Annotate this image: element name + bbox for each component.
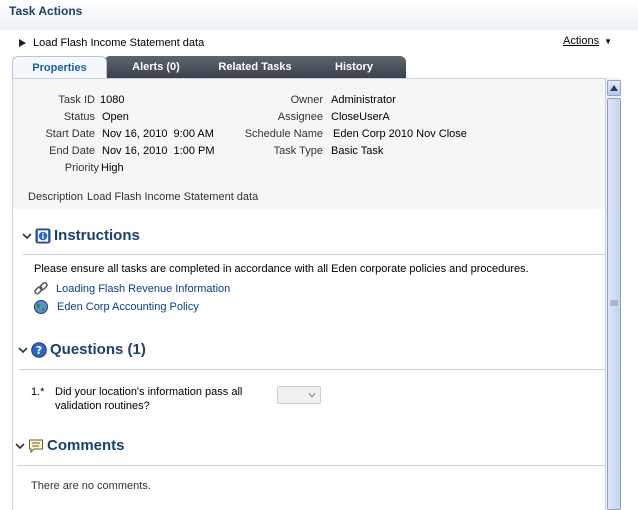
- task-name: Load Flash Income Statement data: [33, 37, 205, 49]
- collapse-chevron-icon[interactable]: [14, 440, 26, 452]
- chevron-down-icon[interactable]: [307, 390, 317, 400]
- tab-related-tasks[interactable]: Related Tasks: [194, 56, 316, 78]
- divider: [19, 369, 605, 370]
- description-value: Load Flash Income Statement data: [87, 191, 259, 203]
- tab-alerts[interactable]: Alerts (0): [104, 56, 208, 78]
- instruction-link-flash-revenue[interactable]: Loading Flash Revenue Information: [56, 283, 230, 295]
- task-id-label: Task ID: [58, 94, 95, 106]
- scroll-up-button[interactable]: [607, 80, 621, 96]
- divider: [23, 254, 605, 255]
- instructions-header: Instructions: [21, 227, 140, 244]
- schedule-name-value: Eden Corp 2010 Nov Close: [333, 128, 467, 140]
- status-label: Status: [63, 111, 95, 123]
- assignee-value: CloseUserA: [331, 111, 390, 123]
- info-icon: [35, 228, 51, 243]
- collapse-chevron-icon[interactable]: [17, 344, 29, 356]
- priority-value: High: [101, 162, 124, 174]
- properties-panel: Task ID 1080 Status Open Start Date Nov …: [12, 78, 605, 510]
- start-date-label: Start Date: [45, 128, 95, 140]
- task-header: Load Flash Income Statement data: [17, 37, 204, 49]
- window-title: Task Actions: [9, 4, 83, 18]
- actions-menu-label[interactable]: Actions: [563, 35, 599, 47]
- end-date-value: Nov 16, 2010 1:00 PM: [102, 145, 215, 157]
- grip-icon: [610, 300, 618, 306]
- tab-bar: History Related Tasks Alerts (0) Propert…: [12, 56, 412, 78]
- assignee-label: Assignee: [277, 111, 323, 123]
- no-comments-text: There are no comments.: [31, 480, 151, 492]
- task-type-value: Basic Task: [331, 145, 384, 157]
- instructions-title: Instructions: [54, 227, 140, 244]
- chain-link-icon: [34, 281, 48, 295]
- question-number: 1.*: [31, 386, 45, 398]
- comments-title: Comments: [47, 437, 125, 454]
- globe-icon: [34, 300, 48, 314]
- expand-triangle-icon[interactable]: [17, 38, 27, 48]
- task-type-label: Task Type: [273, 145, 323, 157]
- instruction-link-accounting-policy[interactable]: Eden Corp Accounting Policy: [57, 301, 199, 313]
- title-bar: Task Actions: [0, 0, 638, 30]
- divider: [17, 465, 605, 466]
- actions-menu[interactable]: Actions ▼: [563, 35, 612, 47]
- instructions-text: Please ensure all tasks are completed in…: [34, 263, 529, 275]
- priority-label: Priority: [64, 162, 99, 174]
- task-id-value: 1080: [100, 94, 125, 106]
- description-label: Description: [28, 191, 84, 203]
- question-text-line1: Did your location's information pass all: [55, 386, 243, 398]
- comment-icon: [29, 439, 43, 453]
- collapse-chevron-icon[interactable]: [21, 230, 33, 242]
- questions-header: ? Questions (1): [17, 341, 146, 358]
- start-date-value: Nov 16, 2010 9:00 AM: [102, 128, 214, 140]
- owner-value: Administrator: [331, 94, 396, 106]
- comments-header: Comments: [14, 437, 125, 454]
- arrow-up-icon[interactable]: [608, 82, 620, 94]
- scroll-thumb[interactable]: [607, 98, 621, 510]
- vertical-scrollbar[interactable]: [605, 78, 621, 510]
- status-value: Open: [102, 111, 129, 123]
- schedule-name-label: Schedule Name: [244, 128, 323, 140]
- questions-title: Questions (1): [50, 341, 146, 358]
- chevron-down-icon[interactable]: ▼: [604, 37, 612, 46]
- question-answer-select[interactable]: [277, 386, 321, 404]
- tab-properties[interactable]: Properties: [12, 56, 107, 78]
- tab-history[interactable]: History: [302, 56, 406, 78]
- end-date-label: End Date: [49, 145, 95, 157]
- question-text-line2: validation routines?: [55, 400, 150, 412]
- owner-label: Owner: [290, 94, 323, 106]
- help-question-icon: ?: [31, 341, 47, 358]
- svg-text:?: ?: [36, 344, 42, 357]
